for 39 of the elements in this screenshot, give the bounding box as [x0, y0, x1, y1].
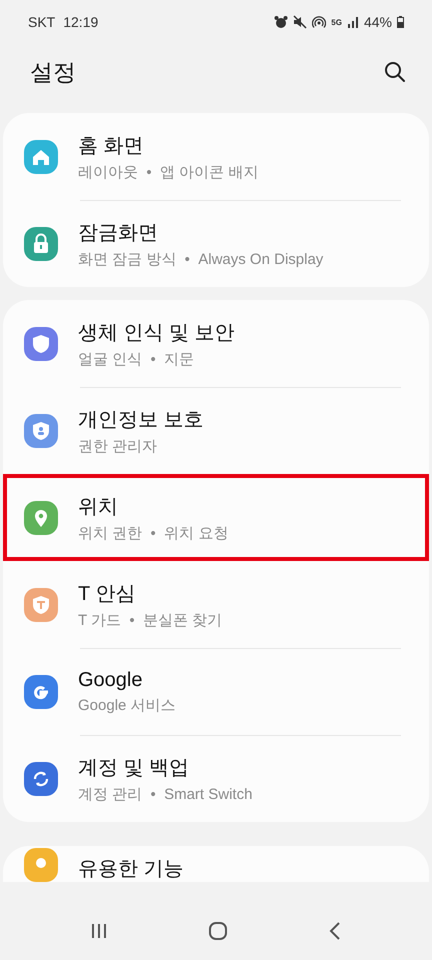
settings-item[interactable]: Google Google 서비스 — [3, 648, 429, 735]
battery-label: 44% — [364, 14, 392, 30]
item-summary: 계정 관리 • Smart Switch — [78, 784, 252, 804]
item-title: Google — [78, 668, 144, 692]
settings-item[interactable]: 홈 화면 레이아웃 • 앱 아이콘 배지 — [3, 113, 429, 200]
item-title: 생체 인식 및 보안 — [78, 320, 235, 346]
settings-item[interactable]: 유용한 기능 — [3, 846, 429, 882]
search-icon — [384, 61, 406, 83]
settings-item[interactable]: T 안심 T 가드 • 분실폰 찾기 — [3, 561, 429, 648]
settings-item[interactable]: 계정 및 백업 계정 관리 • Smart Switch — [3, 735, 429, 822]
settings-item[interactable]: 생체 인식 및 보안 얼굴 인식 • 지문 — [3, 300, 429, 387]
settings-item[interactable]: 잠금화면 화면 잠금 방식 • Always On Display — [3, 200, 429, 287]
item-title: 잠금화면 — [78, 220, 159, 246]
item-summary: Google 서비스 — [78, 696, 176, 714]
item-title: 계정 및 백업 — [78, 756, 190, 780]
item-summary: 화면 잠금 방식 • Always On Display — [78, 250, 324, 268]
mute-icon — [293, 15, 308, 29]
item-summary: 위치 권한 • 위치 요청 — [78, 524, 228, 542]
item-title: 개인정보 보호 — [78, 408, 204, 432]
item-summary: 레이아웃 • 앱 아이콘 배지 — [78, 162, 258, 182]
clock: 12:19 — [63, 14, 98, 30]
page-title: 설정 — [30, 58, 76, 86]
home-icon — [208, 921, 228, 941]
recent-apps-icon — [90, 922, 108, 940]
item-summary: 얼굴 인식 • 지문 — [78, 350, 196, 368]
back-icon — [328, 921, 342, 941]
settings-item[interactable]: 위치 위치 권한 • 위치 요청 — [3, 474, 429, 561]
item-summary: T 가드 • 분실폰 찾기 — [78, 610, 222, 630]
settings-item[interactable]: 개인정보 보호 권한 관리자 — [3, 387, 429, 474]
battery-icon — [397, 16, 404, 28]
item-title: 홈 화면 — [78, 134, 145, 158]
item-title: 유용한 기능 — [78, 857, 184, 882]
network-label: 5G — [331, 18, 342, 26]
item-title: 위치 — [78, 494, 119, 520]
signal-icon — [346, 16, 359, 28]
item-summary: 권한 관리자 — [78, 436, 158, 456]
item-title: T 안심 — [78, 582, 136, 606]
hotspot-icon — [312, 15, 326, 29]
carrier-label: SKT — [28, 14, 56, 30]
